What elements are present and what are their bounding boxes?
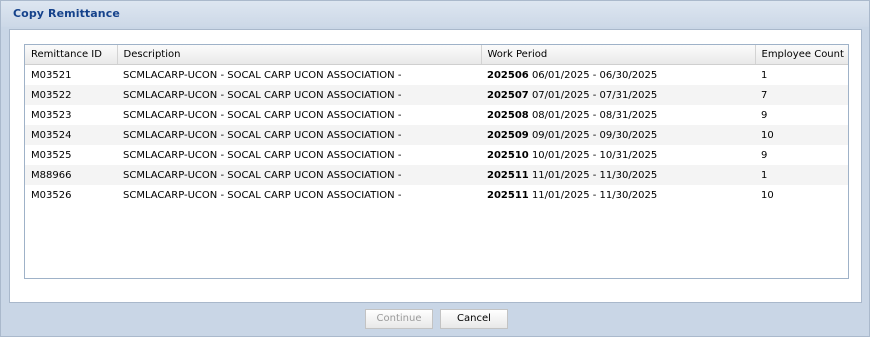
cell-employee-count: 10 <box>755 125 848 145</box>
dialog-titlebar[interactable]: Copy Remittance <box>1 1 869 27</box>
cell-work-period: 202507 07/01/2025 - 07/31/2025 <box>481 85 755 105</box>
work-period-code: 202507 <box>487 89 529 101</box>
table-row[interactable]: M03524 SCMLACARP-UCON - SOCAL CARP UCON … <box>25 125 848 145</box>
cell-description: SCMLACARP-UCON - SOCAL CARP UCON ASSOCIA… <box>117 165 481 185</box>
continue-button[interactable]: Continue <box>365 309 433 329</box>
cell-remittance-id: M03523 <box>31 109 72 121</box>
cell-description: SCMLACARP-UCON - SOCAL CARP UCON ASSOCIA… <box>123 189 402 201</box>
cell-employee-count: 9 <box>761 109 768 121</box>
cell-description: SCMLACARP-UCON - SOCAL CARP UCON ASSOCIA… <box>123 109 402 121</box>
remittance-grid: Remittance ID Description Work Period Em… <box>24 44 849 279</box>
cell-remittance-id: M03526 <box>31 189 72 201</box>
cell-work-period: 202509 09/01/2025 - 09/30/2025 <box>481 125 755 145</box>
remittance-table: Remittance ID Description Work Period Em… <box>25 45 848 206</box>
work-period-code: 202508 <box>487 109 529 121</box>
work-period-range: 11/01/2025 - 11/30/2025 <box>531 189 658 201</box>
cell-employee-count: 1 <box>761 69 768 81</box>
table-header-row: Remittance ID Description Work Period Em… <box>25 45 848 65</box>
cell-work-period: 202511 11/01/2025 - 11/30/2025 <box>481 185 755 205</box>
column-header-work-period[interactable]: Work Period <box>481 45 756 65</box>
work-period-range: 07/01/2025 - 07/31/2025 <box>531 89 658 101</box>
cell-employee-count: 10 <box>761 189 774 201</box>
table-row[interactable]: M88966 SCMLACARP-UCON - SOCAL CARP UCON … <box>25 165 848 185</box>
cell-work-period: 202506 06/01/2025 - 06/30/2025 <box>481 65 755 86</box>
work-period-code: 202509 <box>487 129 529 141</box>
cell-description: SCMLACARP-UCON - SOCAL CARP UCON ASSOCIA… <box>123 69 402 81</box>
table-row[interactable]: M03521 SCMLACARP-UCON - SOCAL CARP UCON … <box>25 65 848 86</box>
work-period-code: 202506 <box>487 69 529 81</box>
table-row[interactable]: M03522 SCMLACARP-UCON - SOCAL CARP UCON … <box>25 85 848 105</box>
cell-remittance-id: M03524 <box>25 125 117 145</box>
cell-description: SCMLACARP-UCON - SOCAL CARP UCON ASSOCIA… <box>117 125 481 145</box>
table-body: M03521 SCMLACARP-UCON - SOCAL CARP UCON … <box>25 65 848 206</box>
table-row[interactable]: M03523 SCMLACARP-UCON - SOCAL CARP UCON … <box>25 105 848 125</box>
column-header-description[interactable]: Description <box>117 45 482 65</box>
work-period-range: 10/01/2025 - 10/31/2025 <box>531 149 658 161</box>
cell-work-period: 202510 10/01/2025 - 10/31/2025 <box>481 145 755 165</box>
cell-work-period: 202508 08/01/2025 - 08/31/2025 <box>481 105 755 125</box>
copy-remittance-dialog: Copy Remittance Remittance ID Descriptio… <box>0 0 870 337</box>
cancel-button[interactable]: Cancel <box>440 309 508 329</box>
cell-remittance-id: M88966 <box>25 165 117 185</box>
dialog-body: Remittance ID Description Work Period Em… <box>9 29 862 303</box>
work-period-code: 202511 <box>487 169 529 181</box>
work-period-code: 202510 <box>487 149 529 161</box>
column-header-employee-count[interactable]: Employee Count <box>755 45 848 65</box>
column-header-remittance-id[interactable]: Remittance ID <box>25 45 118 65</box>
dialog-footer: Continue Cancel <box>9 304 862 336</box>
cell-work-period: 202511 11/01/2025 - 11/30/2025 <box>481 165 755 185</box>
cell-remittance-id: M03521 <box>31 69 72 81</box>
table-row[interactable]: M03526 SCMLACARP-UCON - SOCAL CARP UCON … <box>25 185 848 205</box>
cell-description: SCMLACARP-UCON - SOCAL CARP UCON ASSOCIA… <box>123 149 402 161</box>
work-period-range: 11/01/2025 - 11/30/2025 <box>531 169 658 181</box>
work-period-range: 08/01/2025 - 08/31/2025 <box>531 109 658 121</box>
work-period-range: 06/01/2025 - 06/30/2025 <box>531 69 658 81</box>
work-period-range: 09/01/2025 - 09/30/2025 <box>531 129 658 141</box>
cell-remittance-id: M03525 <box>31 149 72 161</box>
cell-description: SCMLACARP-UCON - SOCAL CARP UCON ASSOCIA… <box>117 85 481 105</box>
cell-employee-count: 7 <box>755 85 848 105</box>
cell-remittance-id: M03522 <box>25 85 117 105</box>
cell-employee-count: 1 <box>755 165 848 185</box>
table-row[interactable]: M03525 SCMLACARP-UCON - SOCAL CARP UCON … <box>25 145 848 165</box>
dialog-title: Copy Remittance <box>13 7 120 20</box>
work-period-code: 202511 <box>487 189 529 201</box>
cell-employee-count: 9 <box>761 149 768 161</box>
